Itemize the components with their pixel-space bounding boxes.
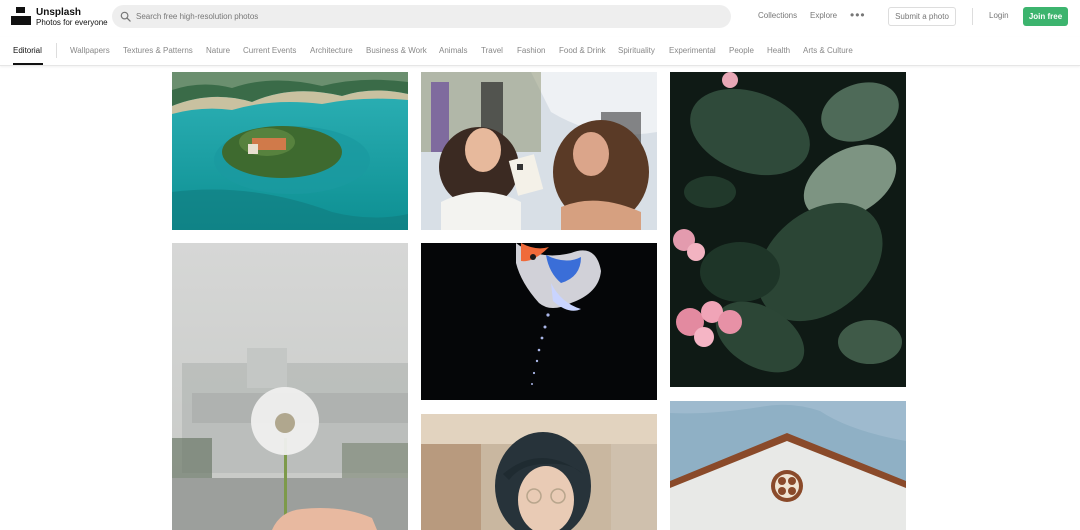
category-wallpapers[interactable]: Wallpapers [70,46,110,55]
header-divider [972,8,973,25]
more-menu-icon[interactable]: ••• [850,9,866,21]
photo-roof-gable-image [670,401,906,530]
category-nature[interactable]: Nature [206,46,230,55]
category-animals[interactable]: Animals [439,46,467,55]
category-people[interactable]: People [729,46,754,55]
photo-dandelion[interactable] [172,243,408,530]
category-food-drink[interactable]: Food & Drink [559,46,606,55]
photo-island-lake-image [172,72,408,230]
active-category-indicator [13,63,43,65]
category-architecture[interactable]: Architecture [310,46,353,55]
submit-photo-button[interactable]: Submit a photo [888,7,956,26]
category-current-events[interactable]: Current Events [243,46,296,55]
category-spirituality[interactable]: Spirituality [618,46,655,55]
unsplash-logo-icon[interactable] [11,7,31,25]
category-travel[interactable]: Travel [481,46,503,55]
explore-link[interactable]: Explore [810,11,837,20]
category-textures-patterns[interactable]: Textures & Patterns [123,46,193,55]
category-fashion[interactable]: Fashion [517,46,545,55]
top-navigation-bar: Unsplash Photos for everyone Collections… [0,0,1080,33]
category-experimental[interactable]: Experimental [669,46,716,55]
category-divider [56,43,57,58]
collections-link[interactable]: Collections [758,11,797,20]
photo-roof-gable[interactable] [670,401,906,530]
category-editorial[interactable]: Editorial [13,46,42,55]
photo-island-lake[interactable] [172,72,408,230]
brand-name: Unsplash [36,7,82,18]
photo-leaves-flowers[interactable] [670,72,906,387]
category-arts-culture[interactable]: Arts & Culture [803,46,853,55]
photo-leaves-flowers-image [670,72,906,387]
photo-betta-fish-image [421,243,657,400]
login-link[interactable]: Login [989,11,1009,20]
photo-betta-fish[interactable] [421,243,657,400]
search-input[interactable] [136,5,716,28]
brand[interactable]: Unsplash Photos for everyone [36,7,108,28]
join-free-button[interactable]: Join free [1023,7,1068,26]
category-health[interactable]: Health [767,46,790,55]
photo-woman-portrait-image [421,414,657,530]
brand-tagline: Photos for everyone [36,18,108,27]
photo-festival-friends[interactable] [421,72,657,230]
photo-festival-friends-image [421,72,657,230]
search-icon [120,11,131,22]
search-bar[interactable] [112,5,731,28]
photo-woman-portrait[interactable] [421,414,657,530]
photo-dandelion-image [172,243,408,530]
category-business-work[interactable]: Business & Work [366,46,427,55]
category-bar: Editorial Wallpapers Textures & Patterns… [0,37,1080,66]
